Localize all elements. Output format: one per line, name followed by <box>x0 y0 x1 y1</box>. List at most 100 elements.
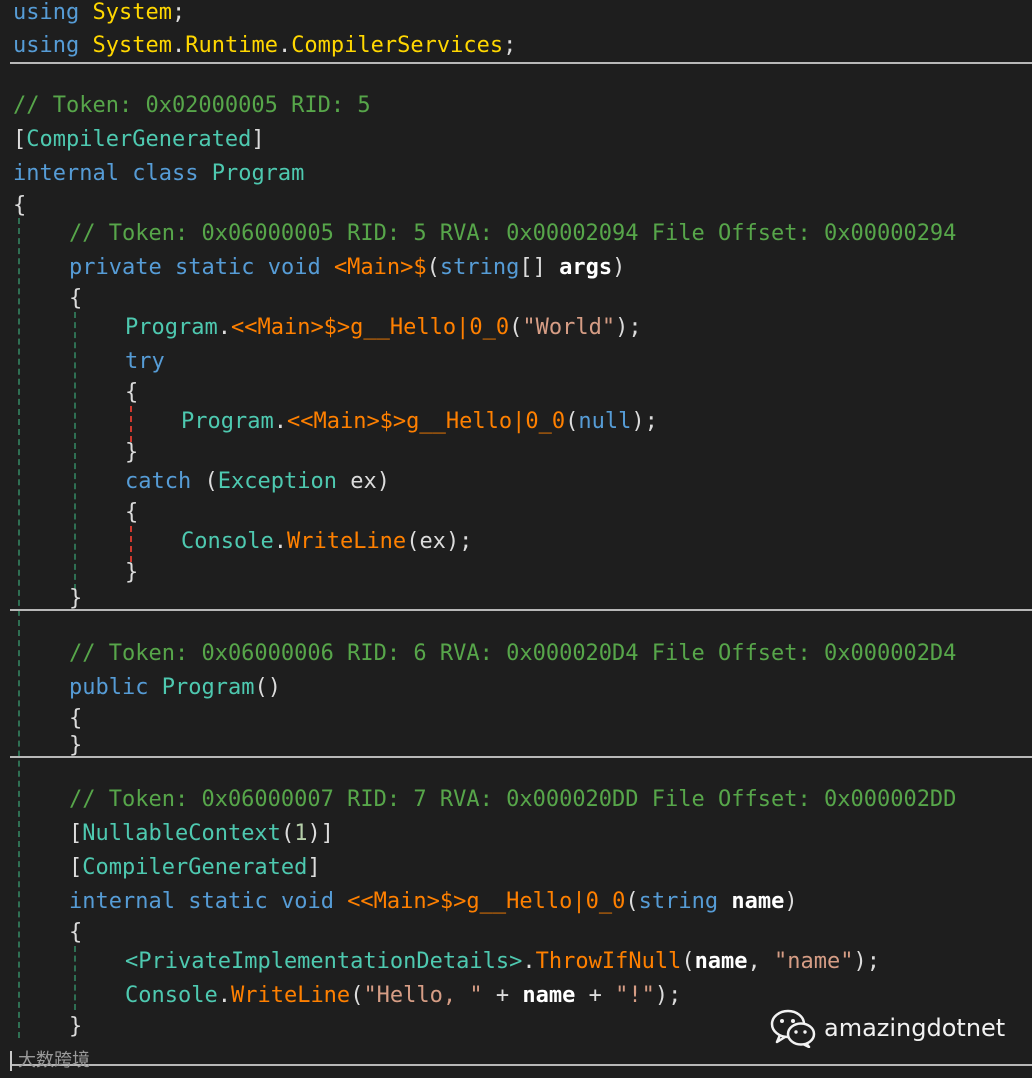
code-token: name <box>694 949 748 974</box>
code-token: ( <box>204 469 218 494</box>
text-cursor <box>10 1051 12 1071</box>
code-token: . <box>273 409 287 434</box>
code-token: [] <box>519 255 560 280</box>
code-token: ( <box>350 983 364 1008</box>
code-line: catch (Exception ex) <box>125 467 390 497</box>
code-line: } <box>69 584 82 614</box>
code-token: . <box>171 33 186 58</box>
code-token: { <box>125 500 139 525</box>
code-token: { <box>69 920 83 945</box>
code-line: } <box>69 731 82 761</box>
member-separator <box>10 609 1032 611</box>
indent-guide <box>130 406 132 442</box>
code-line: try <box>125 347 165 377</box>
code-token: ); <box>654 983 682 1008</box>
member-separator <box>10 756 1032 758</box>
code-line: public Program() <box>69 673 281 703</box>
code-token: . <box>277 33 292 58</box>
code-token: [ <box>69 821 83 846</box>
code-token: ] <box>307 855 321 880</box>
code-token: ); <box>853 949 881 974</box>
member-separator <box>10 1064 1032 1066</box>
code-line: using System; <box>13 0 185 28</box>
code-token: } <box>69 1014 83 1039</box>
code-token: } <box>69 733 83 758</box>
code-token: Program <box>161 675 255 700</box>
code-token: name <box>731 889 785 914</box>
corner-watermark-text: 大数跨境 <box>18 1050 90 1071</box>
code-line: Program.<<Main>$>g__Hello|0_0("World"); <box>125 313 642 343</box>
code-token: using <box>13 33 80 58</box>
code-token: <<Main>$>g__Hello|0_0 <box>230 315 510 340</box>
code-token: 1 <box>294 821 308 846</box>
code-line: // Token: 0x02000005 RID: 5 <box>13 91 371 121</box>
code-token: ex <box>419 529 446 554</box>
code-token: Exception <box>217 469 337 494</box>
code-editor[interactable]: using System; using System.Runtime.Compi… <box>0 0 1032 1078</box>
code-token: ) <box>612 255 626 280</box>
code-token: void <box>267 255 321 280</box>
code-token: string <box>638 889 719 914</box>
code-token: // Token: 0x06000007 RID: 7 RVA: 0x00002… <box>69 787 957 812</box>
wechat-watermark: amazingdotnet <box>770 1007 1005 1049</box>
code-token: // Token: 0x02000005 RID: 5 <box>13 93 371 118</box>
code-token: // Token: 0x06000005 RID: 5 RVA: 0x00002… <box>69 221 957 246</box>
code-token: } <box>125 560 139 585</box>
code-token: catch <box>125 469 192 494</box>
code-line: } <box>125 558 138 588</box>
code-line: using System.Runtime.CompilerServices; <box>13 31 516 61</box>
code-token: <<Main>$>g__Hello|0_0 <box>286 409 566 434</box>
code-line: [CompilerGenerated] <box>13 125 265 155</box>
code-token: , <box>747 949 775 974</box>
code-token: ); <box>631 409 658 434</box>
code-token: WriteLine <box>286 529 407 554</box>
code-token: . <box>273 529 287 554</box>
code-line: Console.WriteLine(ex); <box>181 527 472 557</box>
code-line: [CompilerGenerated] <box>69 853 321 883</box>
indent-guide <box>130 526 132 562</box>
code-token: ) <box>376 469 390 494</box>
code-token: System <box>92 0 172 25</box>
code-token: NullableContext <box>82 821 281 846</box>
code-token: Console <box>181 529 274 554</box>
code-line: // Token: 0x06000005 RID: 5 RVA: 0x00002… <box>69 219 956 249</box>
code-token: ( <box>625 889 639 914</box>
code-token: ( <box>565 409 579 434</box>
code-token: public <box>69 675 149 700</box>
code-token: { <box>69 706 83 731</box>
code-token: + <box>575 983 616 1008</box>
code-token: ); <box>615 315 642 340</box>
code-token: try <box>125 349 165 374</box>
code-token: "Hello, " <box>363 983 483 1008</box>
code-token: ) <box>784 889 798 914</box>
code-token: ( <box>406 529 420 554</box>
code-token: [ <box>13 127 27 152</box>
code-line: private static void <Main>$(string[] arg… <box>69 253 625 283</box>
code-token: static <box>188 889 268 914</box>
code-token: class <box>132 161 199 186</box>
code-token: { <box>13 193 27 218</box>
code-token: Program <box>211 161 305 186</box>
code-token: { <box>125 380 139 405</box>
code-token: internal <box>69 889 175 914</box>
code-token: Runtime <box>185 33 278 58</box>
code-token: // Token: 0x06000006 RID: 6 RVA: 0x00002… <box>69 641 957 666</box>
code-token: CompilerServices <box>291 33 504 58</box>
code-token: <Main>$ <box>333 255 427 280</box>
code-token: <PrivateImplementationDetails> <box>125 949 523 974</box>
code-token: "!" <box>615 983 655 1008</box>
code-token: } <box>125 440 139 465</box>
code-line: { <box>125 378 138 408</box>
code-token: [ <box>69 855 83 880</box>
code-token: . <box>217 315 231 340</box>
code-token: )] <box>307 821 334 846</box>
